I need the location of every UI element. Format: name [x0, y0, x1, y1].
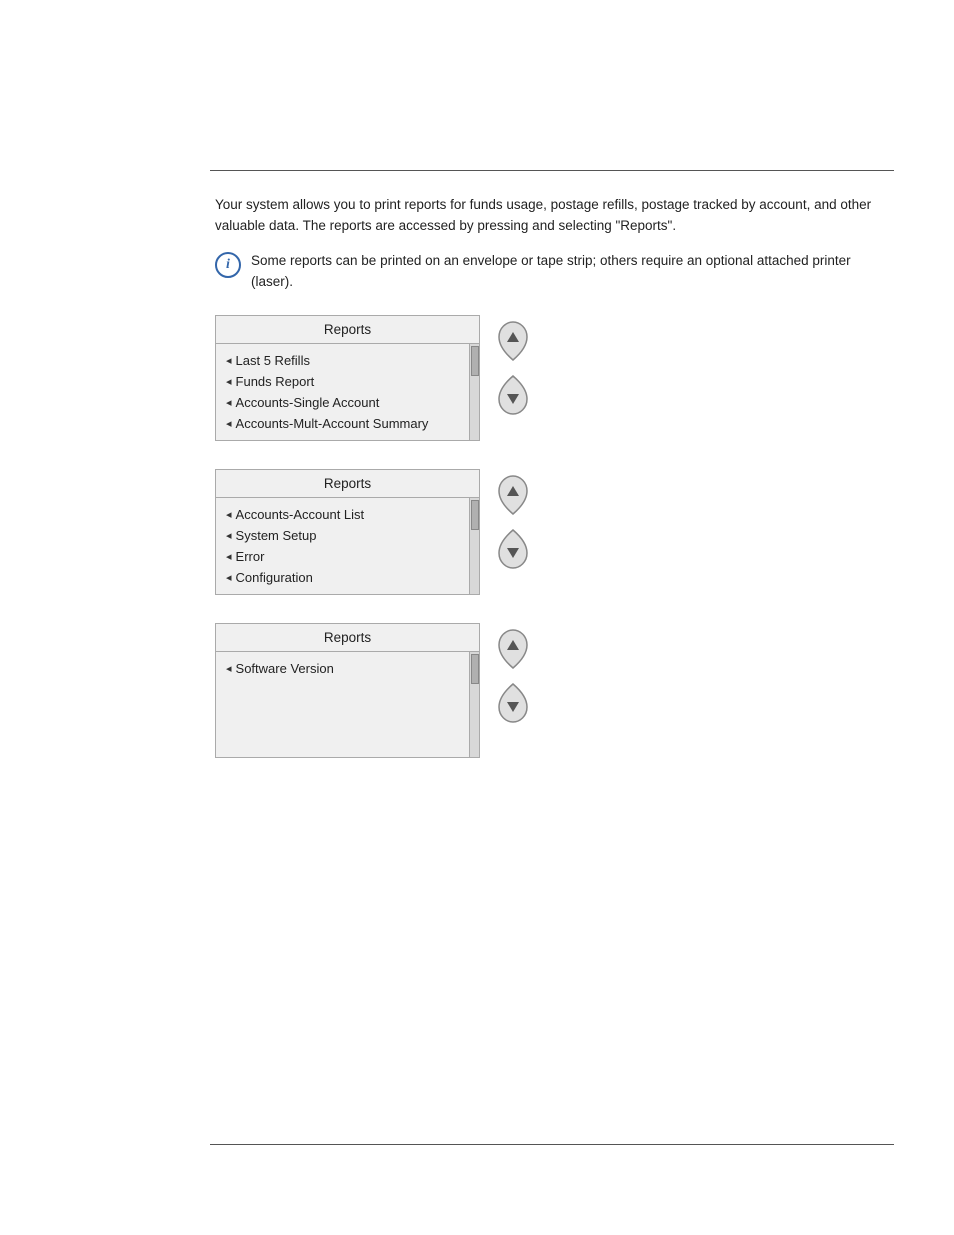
arrow-icon: ◂: [226, 662, 232, 675]
screen-row-2: Reports ◂ Accounts-Account List ◂ System…: [215, 469, 889, 595]
screen-row-3: Reports ◂ Software Version: [215, 623, 889, 758]
scroll-down-button-1[interactable]: [494, 373, 532, 417]
info-icon-label: i: [226, 257, 230, 273]
item-label: Software Version: [236, 661, 334, 676]
list-item-empty-1: [216, 679, 469, 703]
list-item[interactable]: ◂ Accounts-Single Account: [216, 392, 469, 413]
list-item[interactable]: ◂ System Setup: [216, 525, 469, 546]
arrow-icon: ◂: [226, 550, 232, 563]
scroll-down-button-3[interactable]: [494, 681, 532, 725]
list-item[interactable]: ◂ Software Version: [216, 658, 469, 679]
screen-row-1: Reports ◂ Last 5 Refills ◂ Funds Report: [215, 315, 889, 441]
menu-title-3: Reports: [216, 624, 479, 652]
item-label: Accounts-Account List: [236, 507, 365, 522]
item-label: Configuration: [236, 570, 313, 585]
info-icon: i: [215, 252, 241, 278]
list-item[interactable]: ◂ Funds Report: [216, 371, 469, 392]
nav-buttons-1: [494, 315, 532, 417]
menu-items-wrapper-1: ◂ Last 5 Refills ◂ Funds Report ◂ Accoun…: [216, 344, 479, 440]
list-item[interactable]: ◂ Last 5 Refills: [216, 350, 469, 371]
list-item[interactable]: ◂ Accounts-Account List: [216, 504, 469, 525]
menu-box-2: Reports ◂ Accounts-Account List ◂ System…: [215, 469, 480, 595]
nav-buttons-3: [494, 623, 532, 725]
item-label: Funds Report: [236, 374, 315, 389]
page-container: Your system allows you to print reports …: [0, 0, 954, 1235]
menu-items-2: ◂ Accounts-Account List ◂ System Setup ◂…: [216, 498, 469, 594]
scrollbar-track-3[interactable]: [469, 652, 479, 757]
list-item-empty-3: [216, 727, 469, 751]
scrollbar-thumb-3[interactable]: [471, 654, 479, 684]
item-label: System Setup: [236, 528, 317, 543]
bottom-rule: [210, 1144, 894, 1145]
arrow-icon: ◂: [226, 354, 232, 367]
arrow-icon: ◂: [226, 571, 232, 584]
list-item[interactable]: ◂ Error: [216, 546, 469, 567]
menu-items-1: ◂ Last 5 Refills ◂ Funds Report ◂ Accoun…: [216, 344, 469, 440]
menu-items-3: ◂ Software Version: [216, 652, 469, 757]
list-item[interactable]: ◂ Configuration: [216, 567, 469, 588]
menu-box-1: Reports ◂ Last 5 Refills ◂ Funds Report: [215, 315, 480, 441]
intro-text: Your system allows you to print reports …: [215, 195, 889, 237]
menu-title-2: Reports: [216, 470, 479, 498]
scrollbar-thumb-1[interactable]: [471, 346, 479, 376]
scrollbar-track-1[interactable]: [469, 344, 479, 440]
arrow-icon: ◂: [226, 396, 232, 409]
scroll-up-button-1[interactable]: [494, 319, 532, 363]
arrow-icon: ◂: [226, 508, 232, 521]
menu-title-1: Reports: [216, 316, 479, 344]
menu-box-3: Reports ◂ Software Version: [215, 623, 480, 758]
scrollbar-track-2[interactable]: [469, 498, 479, 594]
info-row: i Some reports can be printed on an enve…: [215, 251, 889, 293]
arrow-icon: ◂: [226, 417, 232, 430]
arrow-icon: ◂: [226, 529, 232, 542]
info-note-text: Some reports can be printed on an envelo…: [251, 251, 889, 293]
screens-section: Reports ◂ Last 5 Refills ◂ Funds Report: [215, 315, 889, 758]
item-label: Error: [236, 549, 265, 564]
arrow-icon: ◂: [226, 375, 232, 388]
menu-items-wrapper-2: ◂ Accounts-Account List ◂ System Setup ◂…: [216, 498, 479, 594]
top-rule: [210, 170, 894, 171]
list-item[interactable]: ◂ Accounts-Mult-Account Summary: [216, 413, 469, 434]
nav-buttons-2: [494, 469, 532, 571]
scroll-down-button-2[interactable]: [494, 527, 532, 571]
list-item-empty-2: [216, 703, 469, 727]
item-label: Last 5 Refills: [236, 353, 310, 368]
scroll-up-button-2[interactable]: [494, 473, 532, 517]
menu-items-wrapper-3: ◂ Software Version: [216, 652, 479, 757]
item-label: Accounts-Single Account: [236, 395, 380, 410]
item-label: Accounts-Mult-Account Summary: [236, 416, 429, 431]
scroll-up-button-3[interactable]: [494, 627, 532, 671]
scrollbar-thumb-2[interactable]: [471, 500, 479, 530]
main-content: Your system allows you to print reports …: [215, 195, 889, 758]
